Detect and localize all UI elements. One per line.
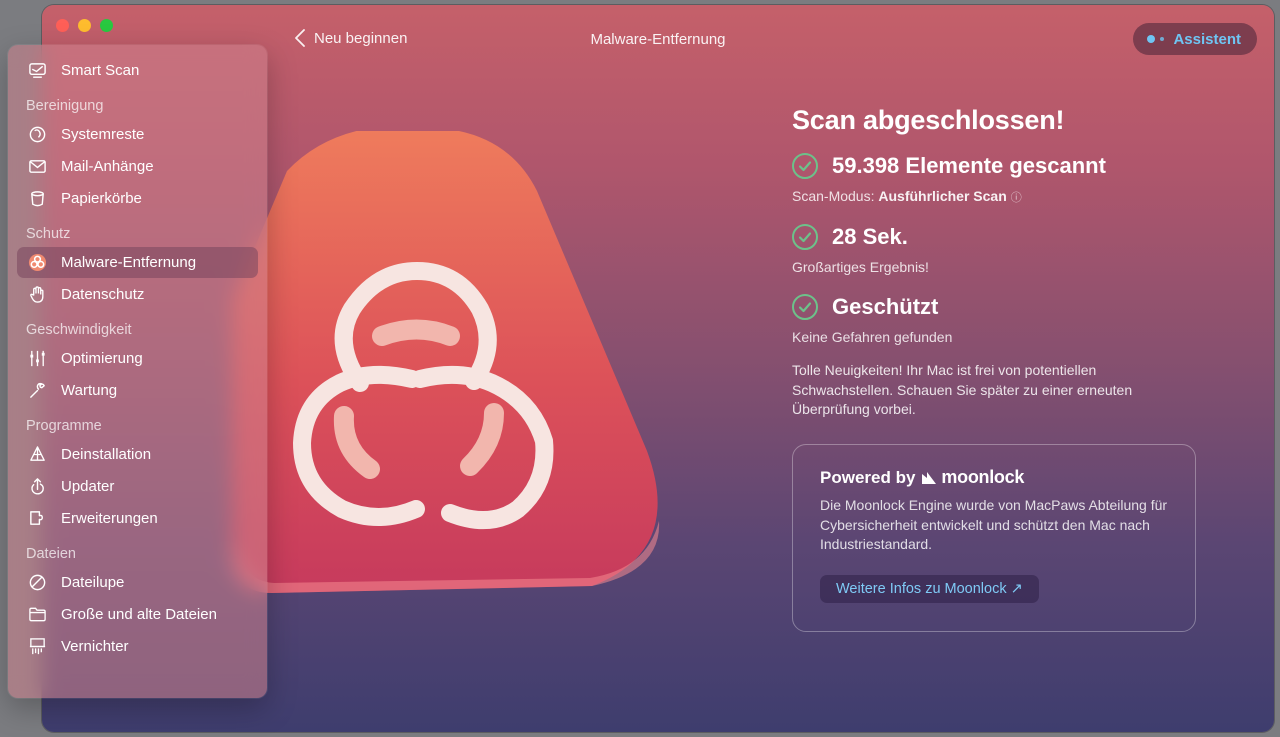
moonlock-info-button[interactable]: Weitere Infos zu Moonlock ↗: [820, 574, 1039, 603]
sidebar-item-label: Systemreste: [61, 126, 145, 143]
sidebar-item-mail-attachments[interactable]: Mail-Anhänge: [17, 151, 258, 182]
sidebar-item-label: Datenschutz: [61, 286, 145, 303]
sidebar-item-large-old-files[interactable]: Große und alte Dateien: [17, 599, 258, 630]
sidebar-item-label: Deinstallation: [61, 446, 152, 463]
duration-note: Großartiges Ergebnis!: [792, 259, 929, 275]
moonlock-logo: moonlock: [921, 467, 1024, 488]
sidebar-item-smart-scan[interactable]: Smart Scan: [17, 55, 258, 86]
system-junk-icon: [29, 126, 46, 143]
check-icon: [792, 153, 818, 179]
items-scanned-row: 59.398 Elemente gescannt: [792, 150, 1212, 182]
protected-note: Keine Gefahren gefunden: [792, 329, 953, 345]
sidebar-item-trash-bins[interactable]: Papierkörbe: [17, 183, 258, 214]
sidebar-item-label: Vernichter: [61, 638, 129, 655]
sidebar-item-label: Große und alte Dateien: [61, 606, 217, 623]
sidebar-item-extensions[interactable]: Erweiterungen: [17, 503, 258, 534]
info-icon[interactable]: ⓘ: [1011, 192, 1022, 204]
sidebar-item-label: Mail-Anhänge: [61, 158, 154, 175]
assistant-button[interactable]: Assistent: [1133, 23, 1257, 55]
section-title-protection: Schutz: [26, 226, 71, 242]
sidebar-item-uninstaller[interactable]: Deinstallation: [17, 439, 258, 470]
sidebar-item-label: Dateilupe: [61, 574, 125, 591]
sidebar-item-malware-removal[interactable]: Malware-Entfernung: [17, 247, 258, 278]
sliders-icon: [30, 350, 45, 367]
sidebar-item-maintenance[interactable]: Wartung: [17, 375, 258, 406]
sidebar: Smart Scan Bereinigung Systemreste Mail-…: [8, 45, 267, 698]
space-lens-icon: [29, 574, 46, 591]
powered-by-label: Powered by: [820, 467, 916, 487]
scan-mode-label: Scan-Modus:: [792, 188, 875, 204]
hand-icon: [30, 286, 44, 303]
section-title-speed: Geschwindigkeit: [26, 322, 132, 338]
sidebar-item-optimization[interactable]: Optimierung: [17, 343, 258, 374]
wrench-icon: [30, 382, 45, 398]
section-title-cleanup: Bereinigung: [26, 98, 104, 114]
sidebar-item-label: Updater: [61, 478, 115, 495]
shredder-icon: [29, 638, 46, 655]
moonlock-logo-icon: [922, 471, 937, 484]
sidebar-item-shredder[interactable]: Vernichter: [17, 631, 258, 662]
items-scanned: 59.398 Elemente gescannt: [832, 153, 1106, 178]
check-icon: [792, 224, 818, 250]
moonlock-description: Die Moonlock Engine wurde von MacPaws Ab…: [820, 497, 1168, 552]
protected-row: Geschützt: [792, 291, 1212, 323]
sidebar-item-label: Papierkörbe: [61, 190, 142, 207]
section-title-files: Dateien: [26, 546, 76, 562]
folder-icon: [29, 607, 46, 622]
updater-icon: [31, 478, 44, 495]
sidebar-item-privacy[interactable]: Datenschutz: [17, 279, 258, 310]
biohazard-icon: [28, 253, 47, 272]
scan-mode: Scan-Modus: Ausführlicher Scan ⓘ: [792, 188, 1212, 205]
duration-row: 28 Sek.: [792, 221, 1212, 253]
assistant-dots-icon: [1147, 35, 1165, 43]
news-text: Tolle Neuigkeiten! Ihr Mac ist frei von …: [792, 362, 1133, 417]
trash-icon: [31, 191, 44, 207]
results-heading: Scan abgeschlossen!: [792, 105, 1065, 135]
scan-duration: 28 Sek.: [832, 224, 908, 249]
check-icon: [792, 294, 818, 320]
section-title-applications: Programme: [26, 418, 102, 434]
sidebar-item-label: Wartung: [61, 382, 118, 399]
extensions-icon: [30, 511, 43, 525]
sidebar-item-label: Optimierung: [61, 350, 143, 367]
uninstall-icon: [30, 446, 45, 461]
sidebar-item-space-lens[interactable]: Dateilupe: [17, 567, 258, 598]
protected-status: Geschützt: [832, 294, 939, 319]
moonlock-brand: moonlock: [941, 467, 1025, 487]
scan-mode-value: Ausführlicher Scan: [878, 188, 1007, 204]
sidebar-item-label: Erweiterungen: [61, 510, 158, 527]
sidebar-item-label: Smart Scan: [61, 62, 140, 79]
mail-icon: [29, 160, 46, 173]
assistant-label: Assistent: [1173, 30, 1241, 48]
sidebar-item-system-junk[interactable]: Systemreste: [17, 119, 258, 150]
scan-results: Scan abgeschlossen! 59.398 Elemente gesc…: [792, 105, 1212, 420]
moonlock-header: Powered by moonlock: [820, 467, 1169, 488]
moonlock-card: Powered by moonlock Die Moonlock Engine …: [792, 444, 1196, 632]
sidebar-item-label: Malware-Entfernung: [61, 254, 197, 271]
smart-scan-icon: [29, 63, 46, 78]
sidebar-item-updater[interactable]: Updater: [17, 471, 258, 502]
